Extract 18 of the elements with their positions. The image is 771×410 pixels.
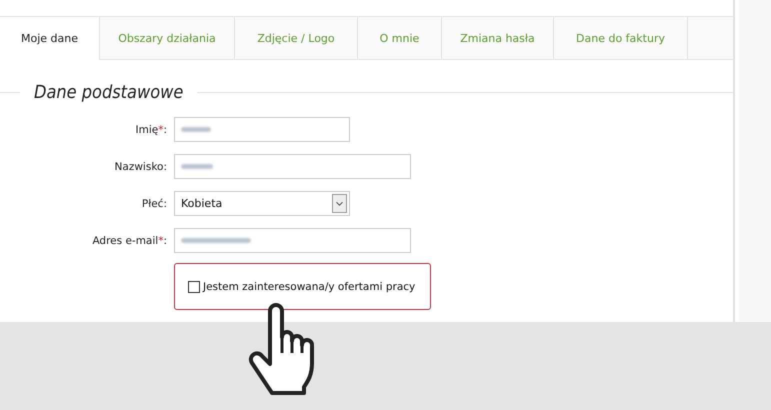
tab[interactable]: Moje dane — [0, 17, 100, 60]
input-field[interactable] — [174, 117, 350, 142]
tab[interactable]: Zdjęcie / Logo — [235, 17, 358, 59]
tab[interactable]: Zmiana hasła — [442, 17, 554, 59]
input-field[interactable] — [174, 228, 411, 253]
caret-icon — [332, 194, 347, 213]
section-title: Dane podstawowe — [33, 82, 184, 102]
tab[interactable]: Dane do faktury — [554, 17, 688, 59]
checkbox[interactable] — [188, 280, 200, 292]
field-label: Imię*: — [134, 124, 168, 136]
select-field[interactable]: Kobieta — [174, 191, 350, 216]
input-field[interactable] — [174, 154, 411, 179]
field-label: Płeć: — [140, 198, 168, 210]
checkbox-label[interactable]: Jestem zainteresowana/y ofertami pracy — [203, 280, 416, 292]
tab[interactable]: Obszary działania — [100, 17, 235, 59]
field-label: Adres e-mail*: — [91, 234, 168, 246]
tab[interactable]: O mnie — [358, 17, 442, 59]
field-label: Nazwisko: — [114, 160, 168, 172]
